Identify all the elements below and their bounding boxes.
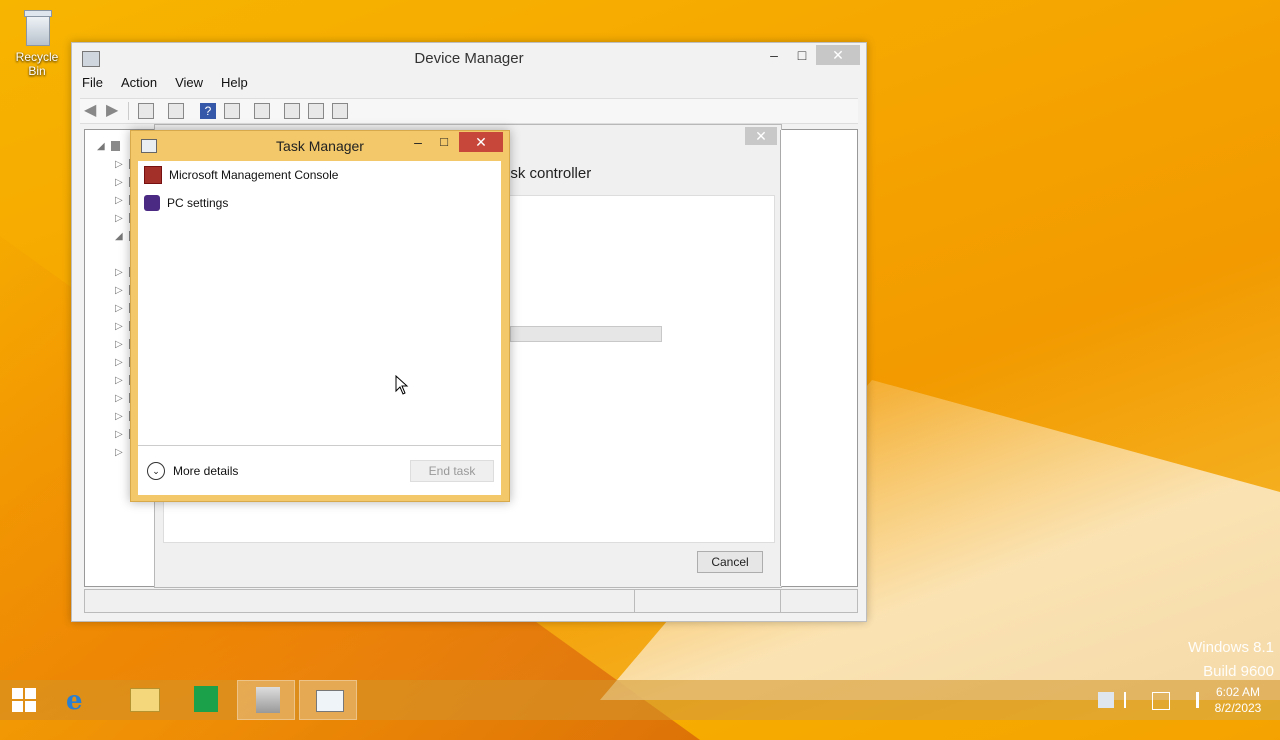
minimize-button[interactable]: –: [407, 134, 429, 150]
mouse-cursor-icon: [395, 375, 409, 395]
toolbar: ◀ ▶ ?: [80, 98, 858, 124]
task-manager-window: Task Manager – □ ✕ Microsoft Management …: [130, 130, 510, 502]
taskbar-store[interactable]: [176, 680, 234, 720]
maximize-button[interactable]: □: [790, 45, 814, 65]
view-icon[interactable]: [224, 103, 240, 119]
app-name: Microsoft Management Console: [169, 168, 339, 182]
toolbar-separator: [128, 102, 129, 120]
add-hardware-icon[interactable]: [332, 103, 348, 119]
maximize-button[interactable]: □: [433, 134, 455, 149]
clock[interactable]: 6:02 AM 8/2/2023: [1200, 684, 1276, 716]
taskbar-internet-explorer[interactable]: e: [52, 680, 110, 720]
dialog-close-button[interactable]: ✕: [745, 127, 777, 145]
mmc-icon: [144, 166, 162, 184]
task-manager-icon: [316, 690, 344, 712]
menu-bar: File Action View Help: [82, 75, 248, 95]
minimize-button[interactable]: –: [762, 45, 786, 65]
more-details-label: More details: [173, 464, 239, 478]
app-list-item[interactable]: PC settings: [144, 193, 228, 213]
device-manager-titlebar[interactable]: Device Manager – □ ✕: [72, 43, 866, 73]
task-manager-body: Microsoft Management Console PC settings…: [138, 161, 501, 495]
device-manager-title: Device Manager: [414, 50, 524, 67]
app-name: PC settings: [167, 196, 229, 210]
recycle-bin-label: Recycle Bin: [15, 50, 59, 78]
end-task-button[interactable]: End task: [410, 460, 494, 482]
menu-view[interactable]: View: [175, 75, 203, 95]
chevron-down-icon: ⌄: [147, 462, 165, 480]
show-hide-tree-icon[interactable]: [138, 103, 154, 119]
app-list-item[interactable]: Microsoft Management Console: [144, 165, 338, 185]
cancel-button[interactable]: Cancel: [697, 551, 763, 573]
clock-time: 6:02 AM: [1215, 685, 1261, 699]
windows-watermark: Windows 8.1 Build 9600: [1188, 636, 1274, 684]
taskbar: e 6:02 AM 8/2/2023: [0, 680, 1280, 720]
close-button[interactable]: ✕: [459, 132, 503, 152]
uninstall-device-icon[interactable]: [308, 103, 324, 119]
volume-muted-icon[interactable]: [1180, 692, 1199, 708]
taskbar-file-explorer[interactable]: [114, 680, 172, 720]
taskbar-task-manager[interactable]: [299, 680, 357, 720]
right-pane: [780, 130, 855, 586]
properties-icon[interactable]: [168, 103, 184, 119]
status-bar: [84, 589, 858, 613]
internet-explorer-icon: e: [66, 686, 83, 716]
taskbar-device-manager[interactable]: [237, 680, 295, 720]
menu-help[interactable]: Help: [221, 75, 248, 95]
clock-date: 8/2/2023: [1214, 701, 1262, 715]
scan-hardware-icon[interactable]: [254, 103, 270, 119]
progress-bar: [510, 326, 662, 342]
start-button[interactable]: [0, 680, 58, 720]
watermark-line1: Windows 8.1: [1188, 639, 1274, 656]
update-driver-icon[interactable]: [284, 103, 300, 119]
menu-action[interactable]: Action: [121, 75, 157, 95]
task-manager-footer: ⌄ More details End task: [138, 445, 501, 496]
keyboard-icon[interactable]: [1098, 692, 1114, 708]
store-icon: [194, 686, 218, 712]
close-button[interactable]: ✕: [816, 45, 860, 65]
system-tray: [1098, 692, 1199, 710]
recycle-bin-icon: [22, 6, 52, 46]
dialog-heading: isk controller: [507, 165, 592, 182]
folder-icon: [130, 688, 160, 712]
help-icon[interactable]: ?: [200, 103, 216, 119]
network-icon[interactable]: [1152, 692, 1170, 710]
more-details-button[interactable]: ⌄ More details: [147, 462, 238, 480]
recycle-bin-desktop-icon[interactable]: Recycle Bin: [6, 6, 68, 78]
action-center-flag-icon[interactable]: [1124, 692, 1142, 708]
menu-file[interactable]: File: [82, 75, 103, 95]
forward-arrow-icon[interactable]: ▶: [106, 103, 122, 119]
pc-settings-icon: [144, 195, 160, 211]
back-arrow-icon[interactable]: ◀: [84, 103, 100, 119]
device-manager-icon: [256, 687, 280, 713]
